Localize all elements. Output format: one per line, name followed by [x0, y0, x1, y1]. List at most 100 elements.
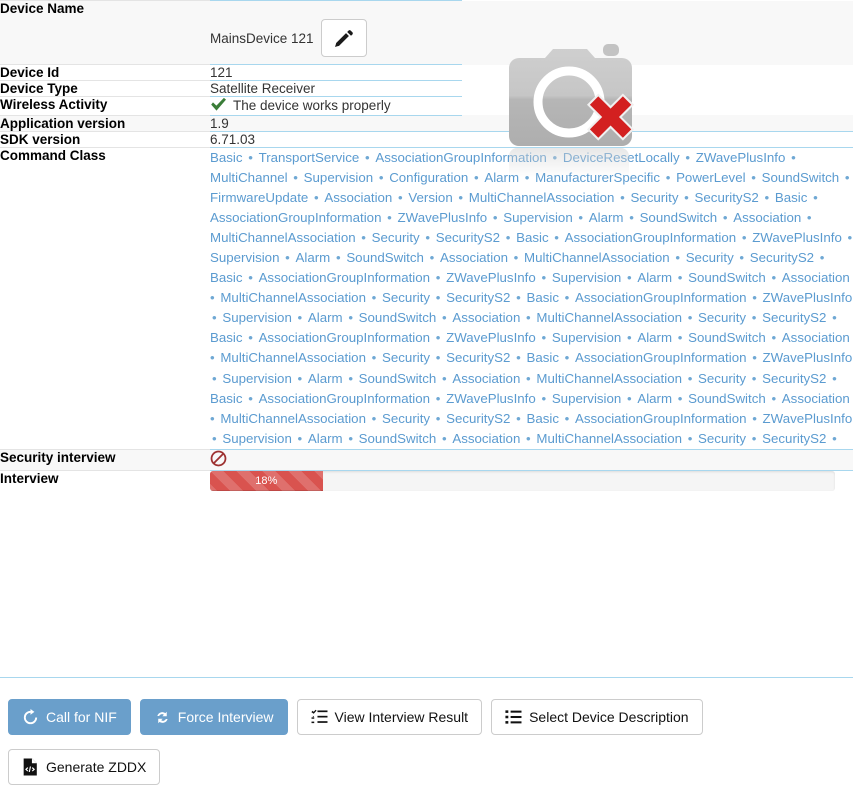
- command-class-item[interactable]: Supervision: [222, 431, 291, 446]
- command-class-item[interactable]: MultiChannelAssociation: [536, 310, 682, 325]
- command-class-item[interactable]: Basic: [526, 411, 559, 426]
- command-class-item[interactable]: Basic: [210, 270, 243, 285]
- command-class-item[interactable]: SoundSwitch: [346, 250, 424, 265]
- command-class-item[interactable]: Association: [324, 190, 392, 205]
- command-class-item[interactable]: Security: [698, 310, 746, 325]
- command-class-item[interactable]: Association: [452, 431, 520, 446]
- command-class-item[interactable]: Security: [382, 411, 430, 426]
- command-class-item[interactable]: MultiChannelAssociation: [536, 431, 682, 446]
- command-class-item[interactable]: SoundSwitch: [359, 310, 437, 325]
- command-class-item[interactable]: ZWavePlusInfo: [446, 330, 536, 345]
- command-class-item[interactable]: Basic: [210, 330, 243, 345]
- command-class-item[interactable]: Supervision: [222, 371, 291, 386]
- command-class-item[interactable]: ZWavePlusInfo: [763, 411, 853, 426]
- command-class-item[interactable]: Security: [630, 190, 678, 205]
- command-class-item[interactable]: AssociationGroupInformation: [575, 290, 746, 305]
- command-class-item[interactable]: SecurityS2: [446, 350, 510, 365]
- command-class-item[interactable]: Basic: [526, 350, 559, 365]
- command-class-item[interactable]: SecurityS2: [695, 190, 759, 205]
- command-class-item[interactable]: PowerLevel: [676, 170, 745, 185]
- command-class-item[interactable]: Security: [382, 350, 430, 365]
- command-class-item[interactable]: ZWavePlusInfo: [752, 230, 842, 245]
- command-class-item[interactable]: SoundSwitch: [762, 170, 840, 185]
- command-class-item[interactable]: AssociationGroupInformation: [210, 210, 381, 225]
- command-class-item[interactable]: AssociationGroupInformation: [575, 350, 746, 365]
- command-class-item[interactable]: Configuration: [389, 170, 468, 185]
- command-class-item[interactable]: AssociationGroupInformation: [575, 411, 746, 426]
- command-class-item[interactable]: SecurityS2: [446, 411, 510, 426]
- command-class-item[interactable]: ManufacturerSpecific: [535, 170, 660, 185]
- command-class-item[interactable]: Basic: [526, 290, 559, 305]
- command-class-item[interactable]: SoundSwitch: [688, 270, 766, 285]
- generate-zddx-button[interactable]: Generate ZDDX: [8, 749, 161, 785]
- command-class-item[interactable]: Alarm: [589, 210, 624, 225]
- command-class-item[interactable]: ZWavePlusInfo: [398, 210, 488, 225]
- command-class-item[interactable]: MultiChannelAssociation: [210, 230, 356, 245]
- command-class-item[interactable]: Security: [686, 250, 734, 265]
- command-class-item[interactable]: Association: [452, 371, 520, 386]
- force-interview-button[interactable]: Force Interview: [139, 699, 288, 735]
- command-class-item[interactable]: Alarm: [637, 270, 672, 285]
- command-class-item[interactable]: SecurityS2: [762, 371, 826, 386]
- command-class-item[interactable]: SecurityS2: [750, 250, 814, 265]
- command-class-item[interactable]: SoundSwitch: [688, 391, 766, 406]
- command-class-item[interactable]: Basic: [210, 391, 243, 406]
- edit-device-name-button[interactable]: [320, 19, 367, 57]
- command-class-item[interactable]: SecurityS2: [762, 310, 826, 325]
- command-class-item[interactable]: SoundSwitch: [688, 330, 766, 345]
- command-class-item[interactable]: Basic: [516, 230, 549, 245]
- command-class-item[interactable]: Alarm: [308, 371, 343, 386]
- command-class-item[interactable]: Association: [733, 210, 801, 225]
- command-class-item[interactable]: FirmwareUpdate: [210, 190, 308, 205]
- command-class-item[interactable]: Supervision: [552, 270, 621, 285]
- command-class-item[interactable]: AssociationGroupInformation: [259, 330, 430, 345]
- command-class-item[interactable]: MultiChannelAssociation: [220, 350, 366, 365]
- command-class-item[interactable]: Security: [382, 290, 430, 305]
- command-class-item[interactable]: Alarm: [637, 330, 672, 345]
- command-class-item[interactable]: Supervision: [503, 210, 572, 225]
- command-class-item[interactable]: Security: [698, 431, 746, 446]
- command-class-item[interactable]: SoundSwitch: [640, 210, 718, 225]
- command-class-item[interactable]: MultiChannelAssociation: [536, 371, 682, 386]
- command-class-item[interactable]: MultiChannelAssociation: [220, 411, 366, 426]
- command-class-item[interactable]: ZWavePlusInfo: [446, 391, 536, 406]
- command-class-item[interactable]: SecurityS2: [446, 290, 510, 305]
- command-class-item[interactable]: SecurityS2: [436, 230, 500, 245]
- command-class-item[interactable]: SoundSwitch: [359, 431, 437, 446]
- command-class-item[interactable]: AssociationGroupInformation: [375, 150, 546, 165]
- command-class-item[interactable]: SoundSwitch: [359, 371, 437, 386]
- command-class-item[interactable]: MultiChannelAssociation: [220, 290, 366, 305]
- command-class-item[interactable]: AssociationGroupInformation: [565, 230, 736, 245]
- command-class-item[interactable]: TransportService: [259, 150, 360, 165]
- command-class-item[interactable]: AssociationGroupInformation: [259, 270, 430, 285]
- command-class-item[interactable]: Supervision: [552, 330, 621, 345]
- command-class-item[interactable]: Supervision: [222, 310, 291, 325]
- command-class-item[interactable]: Security: [698, 371, 746, 386]
- command-class-item[interactable]: MultiChannelAssociation: [524, 250, 670, 265]
- command-class-item[interactable]: ZWavePlusInfo: [696, 150, 786, 165]
- command-class-item[interactable]: MultiChannel: [210, 170, 288, 185]
- command-class-item[interactable]: Supervision: [304, 170, 373, 185]
- command-class-item[interactable]: Security: [372, 230, 420, 245]
- call-for-nif-button[interactable]: Call for NIF: [8, 699, 131, 735]
- select-device-description-button[interactable]: Select Device Description: [491, 699, 703, 735]
- command-class-item[interactable]: SecurityS2: [762, 431, 826, 446]
- command-class-item[interactable]: Supervision: [210, 250, 279, 265]
- command-class-item[interactable]: Association: [440, 250, 508, 265]
- command-class-item[interactable]: Association: [452, 310, 520, 325]
- command-class-item[interactable]: DeviceResetLocally: [563, 150, 680, 165]
- command-class-item[interactable]: Alarm: [637, 391, 672, 406]
- command-class-item[interactable]: ZWavePlusInfo: [763, 350, 853, 365]
- command-class-item[interactable]: Association: [782, 330, 850, 345]
- command-class-item[interactable]: AssociationGroupInformation: [259, 391, 430, 406]
- command-class-item[interactable]: Basic: [775, 190, 808, 205]
- command-class-item[interactable]: Association: [782, 391, 850, 406]
- command-class-item[interactable]: ZWavePlusInfo: [446, 270, 536, 285]
- command-class-item[interactable]: Supervision: [552, 391, 621, 406]
- command-class-item[interactable]: Alarm: [296, 250, 331, 265]
- command-class-item[interactable]: Association: [782, 270, 850, 285]
- command-class-item[interactable]: Version: [408, 190, 452, 205]
- command-class-item[interactable]: Alarm: [308, 310, 343, 325]
- command-class-item[interactable]: Basic: [210, 150, 243, 165]
- command-class-item[interactable]: MultiChannelAssociation: [469, 190, 615, 205]
